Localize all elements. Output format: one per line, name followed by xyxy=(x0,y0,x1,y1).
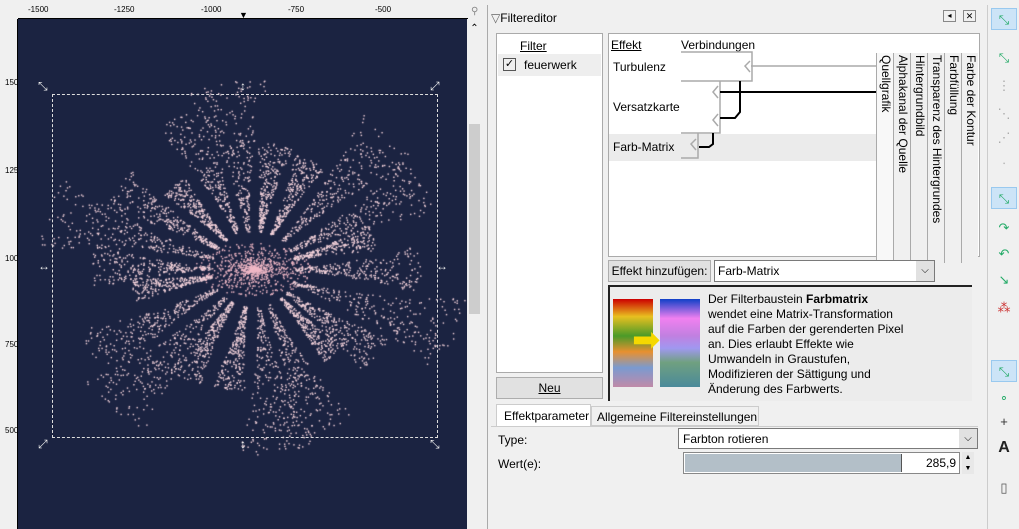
snap-nodes-icon[interactable]: ⤡ xyxy=(991,187,1017,209)
filter-icon: ▽ xyxy=(491,11,501,25)
panel-title-text: Filtereditor xyxy=(500,11,557,25)
tab-allgemeine-filtereinstellungen[interactable]: Allgemeine Filtereinstellungen xyxy=(591,406,759,426)
add-effect-select[interactable]: Farb-Matrix ⌵ xyxy=(714,260,935,282)
chevron-down-icon[interactable]: ⌵ xyxy=(916,261,934,281)
add-effect-button[interactable]: Effekt hinzufügen: xyxy=(608,260,711,282)
ruler-label: -1500 xyxy=(28,5,49,14)
filter-checkbox[interactable]: ✓ xyxy=(503,58,516,71)
source-hintergrundbild[interactable]: Hintergrundbild xyxy=(910,53,927,263)
source-transparenz[interactable]: Transparenz des Hintergrundes xyxy=(927,53,944,263)
filter-editor-panel: ▽Filtereditor ◂ ✕ Filter ✓ feuerwerk Neu… xyxy=(487,5,984,529)
source-farbfuellung[interactable]: Farbfüllung xyxy=(944,53,961,263)
description-prefix: Der Filterbaustein xyxy=(708,292,807,306)
add-effect-value: Farb-Matrix xyxy=(718,264,780,278)
new-filter-button[interactable]: Neu xyxy=(496,377,603,399)
source-farbe-kontur[interactable]: Farbe der Kontur xyxy=(961,53,978,263)
snap-path-intersection-icon[interactable]: ↶ xyxy=(991,243,1017,265)
snap-bbox-midpoint-icon[interactable]: ⋰ xyxy=(991,127,1017,149)
type-label: Type: xyxy=(498,433,528,447)
close-icon[interactable]: ✕ xyxy=(963,10,976,22)
after-gradient-image xyxy=(660,299,700,387)
scale-handle[interactable]: ↕ xyxy=(240,80,246,92)
tab-effektparameter[interactable]: Effektparameter xyxy=(496,404,591,426)
snap-bbox-edge-icon[interactable]: ⋮ xyxy=(991,75,1017,97)
snap-bbox-icon[interactable]: ⤡ xyxy=(991,47,1017,69)
snap-toggle-icon[interactable]: ⤡ xyxy=(991,8,1017,30)
description-text: Der Filterbaustein Farbmatrix wendet ein… xyxy=(708,292,908,397)
ruler-label: 1500 xyxy=(5,78,23,87)
description-rest: wendet eine Matrix-Transformation auf di… xyxy=(708,307,904,396)
source-quellgrafik[interactable]: Quellgrafik xyxy=(876,53,893,263)
ruler-label: -1000 xyxy=(201,5,222,14)
scale-handle[interactable]: ↕ xyxy=(240,438,246,450)
scale-handle[interactable]: ↔ xyxy=(436,260,448,272)
ruler-label: -1250 xyxy=(114,5,135,14)
value-number[interactable]: 285,9 xyxy=(926,456,956,470)
vertical-ruler: 1500 1250 1000 750 500 xyxy=(0,19,23,529)
snap-smooth-icon[interactable]: ⁂ xyxy=(991,297,1017,319)
vertical-scrollbar[interactable]: ⌃ xyxy=(467,19,482,529)
description-bold: Farbmatrix xyxy=(806,292,869,306)
source-alphakanal[interactable]: Alphakanal der Quelle xyxy=(893,53,910,263)
ruler-label: 1000 xyxy=(5,254,23,263)
scale-handle[interactable]: ⤡ xyxy=(38,80,48,92)
snap-bbox-corner-icon[interactable]: ⋱ xyxy=(991,103,1017,125)
snap-page-icon[interactable]: ▯ xyxy=(991,477,1017,499)
horizontal-ruler: -1500 -1250 -1000 -750 -500 ▼ xyxy=(18,5,468,20)
chevron-down-icon[interactable]: ⌵ xyxy=(959,429,977,448)
snap-cusp-icon[interactable]: ↘ xyxy=(991,269,1017,291)
value-slider[interactable]: 285,9 xyxy=(683,452,960,474)
scale-handle[interactable]: ↔ xyxy=(38,260,50,272)
filter-list: Filter ✓ feuerwerk xyxy=(496,33,603,373)
ruler-label: -750 xyxy=(288,5,305,14)
effect-description: ➡ Der Filterbaustein Farbmatrix wendet e… xyxy=(608,285,972,401)
zoom-icon[interactable]: ⚲ xyxy=(471,6,478,17)
snap-rotation-center-icon[interactable]: + xyxy=(991,411,1017,433)
dock-icon[interactable]: ◂ xyxy=(943,10,956,22)
ruler-label: 750 xyxy=(5,340,19,349)
snap-others-icon[interactable]: ⤡ xyxy=(991,360,1017,382)
type-select[interactable]: Farbton rotieren ⌵ xyxy=(678,428,978,449)
snap-text-baseline-icon[interactable]: A xyxy=(991,437,1017,459)
scale-handle[interactable]: ⤢ xyxy=(430,80,440,92)
ruler-label: 1250 xyxy=(5,166,23,175)
snap-path-icon[interactable]: ↷ xyxy=(991,217,1017,239)
scroll-up-icon[interactable]: ⌃ xyxy=(467,23,482,34)
scroll-thumb[interactable] xyxy=(469,124,480,314)
arrow-icon: ➡ xyxy=(632,321,661,359)
snap-object-center-icon[interactable]: ∘ xyxy=(991,387,1017,409)
type-value: Farbton rotieren xyxy=(683,432,769,446)
filter-name[interactable]: feuerwerk xyxy=(524,58,577,72)
filter-row[interactable]: ✓ feuerwerk xyxy=(498,54,601,76)
scale-handle[interactable]: ⤢ xyxy=(38,438,48,450)
value-spin-buttons[interactable]: ▲ ▼ xyxy=(962,452,974,474)
panel-title: ▽Filtereditor xyxy=(491,11,557,25)
ruler-label: -500 xyxy=(375,5,392,14)
value-slider-fill xyxy=(685,454,902,472)
ruler-label: 500 xyxy=(5,426,19,435)
value-label: Wert(e): xyxy=(498,457,542,471)
selection-box xyxy=(52,94,438,438)
filter-column-header[interactable]: Filter xyxy=(520,39,547,53)
scale-handle[interactable]: ⤡ xyxy=(430,438,440,450)
snap-bbox-center-icon[interactable]: ∙ xyxy=(991,152,1017,174)
snap-toolbar: ⤡ ⤡ ⋮ ⋱ ⋰ ∙ ⤡ ↷ ↶ ↘ ⁂ ⤡ ∘ + A ▯ xyxy=(987,5,1019,529)
